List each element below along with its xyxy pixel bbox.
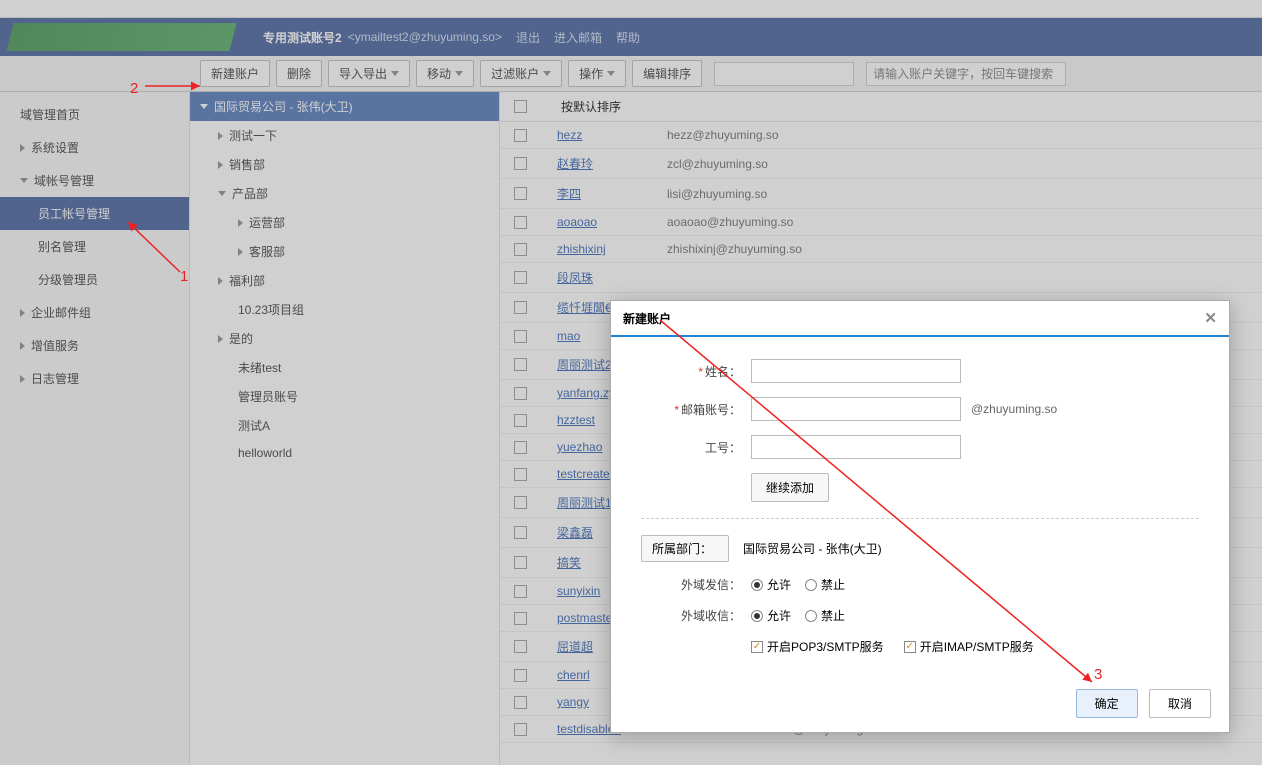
label-extrecv: 外域收信： (681, 609, 741, 623)
extsend-allow-radio[interactable]: 允许 (751, 576, 791, 593)
label-extsend: 外域发信： (681, 578, 741, 592)
extrecv-forbid-radio[interactable]: 禁止 (805, 607, 845, 624)
email-input[interactable] (751, 397, 961, 421)
new-account-dialog: 新建账户 ✕ *姓名： *邮箱账号： @zhuyuming.so 工号： 继续添… (610, 300, 1230, 733)
imap-checkbox[interactable]: 开启IMAP/SMTP服务 (904, 638, 1034, 655)
extsend-forbid-radio[interactable]: 禁止 (805, 576, 845, 593)
label-name: 姓名： (705, 365, 741, 379)
dialog-title: 新建账户 (623, 310, 671, 327)
department-value: 国际贸易公司 - 张伟(大卫) (743, 540, 882, 557)
cancel-button[interactable]: 取消 (1149, 689, 1211, 718)
label-jobno: 工号： (705, 441, 741, 455)
add-more-button[interactable]: 继续添加 (751, 473, 829, 502)
department-select[interactable]: 所属部门： (641, 535, 729, 562)
domain-suffix: @zhuyuming.so (971, 402, 1057, 416)
confirm-button[interactable]: 确定 (1076, 689, 1138, 718)
name-input[interactable] (751, 359, 961, 383)
close-icon[interactable]: ✕ (1204, 309, 1217, 327)
dialog-header: 新建账户 ✕ (611, 301, 1229, 337)
extrecv-allow-radio[interactable]: 允许 (751, 607, 791, 624)
jobno-input[interactable] (751, 435, 961, 459)
label-email: 邮箱账号： (681, 403, 741, 417)
pop3-checkbox[interactable]: 开启POP3/SMTP服务 (751, 638, 884, 655)
